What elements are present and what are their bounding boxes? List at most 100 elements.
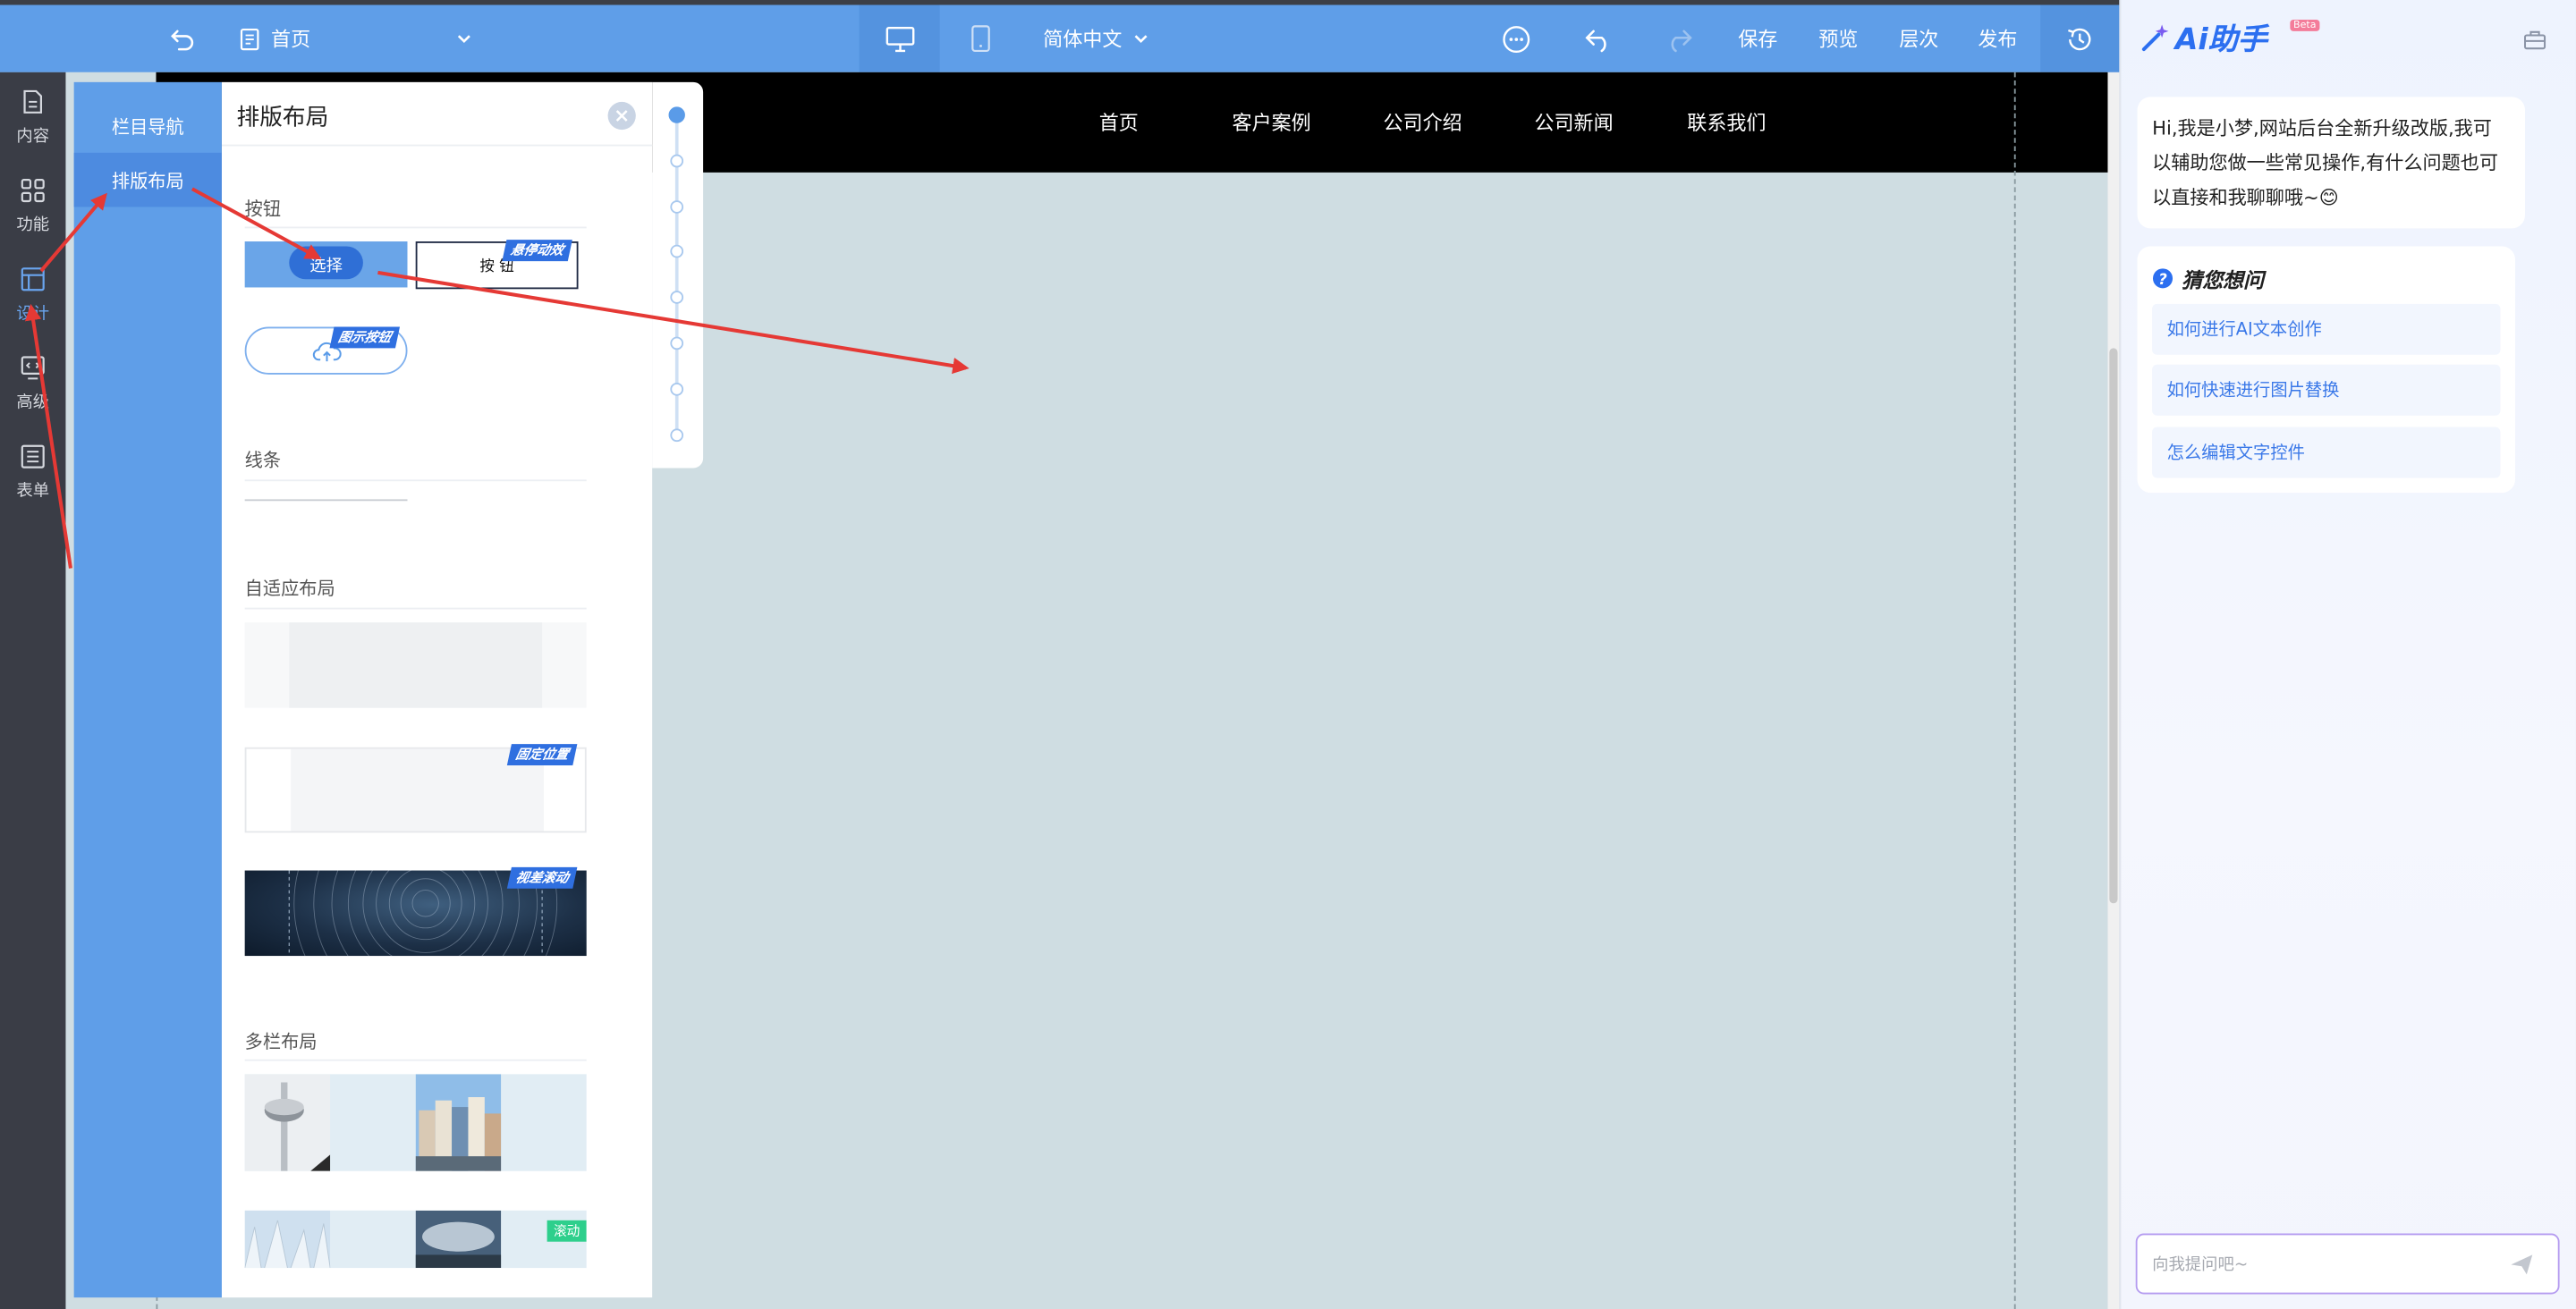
rail-item-features[interactable]: 功能 — [0, 161, 65, 249]
code-icon — [21, 355, 45, 379]
adaptive-layout-full[interactable] — [244, 622, 587, 708]
form-icon — [21, 443, 45, 468]
section-dot[interactable] — [670, 428, 684, 443]
section-divider — [244, 226, 587, 229]
button-style-filled[interactable]: 选择 — [244, 241, 408, 288]
mobile-view-button[interactable] — [940, 5, 1021, 72]
section-dot[interactable] — [670, 154, 684, 168]
panel-divider — [221, 144, 653, 147]
hover-effect-ribbon: 悬停动效 — [502, 240, 572, 262]
left-rail: 内容 功能 设计 高级 表单 — [0, 72, 66, 1309]
suggested-question-item[interactable]: 怎么编辑文字控件 — [2152, 426, 2501, 478]
publish-button[interactable]: 发布 — [1978, 5, 2017, 72]
device-switcher — [859, 4, 1021, 72]
redo-button[interactable] — [1665, 5, 1694, 72]
suggested-questions-label: 猜您想问 — [2182, 267, 2265, 292]
publish-label: 发布 — [1978, 28, 2018, 51]
redo-icon — [1671, 29, 1692, 52]
save-button[interactable]: 保存 — [1738, 5, 1777, 72]
parallax-ribbon: 视差滚动 — [506, 866, 578, 889]
history-button[interactable] — [2040, 4, 2120, 72]
question-icon: ? — [2152, 268, 2174, 289]
top-toolbar: 首页 简体中文 保存 预览 层次 发布 — [0, 0, 2120, 72]
preview-button[interactable]: 预览 — [1818, 5, 1858, 72]
suggested-question-item[interactable]: 如何进行AI文本创作 — [2152, 303, 2501, 355]
section-dot[interactable] — [670, 244, 684, 258]
desktop-view-button[interactable] — [859, 4, 940, 72]
page-selector[interactable]: 首页 — [238, 5, 485, 72]
language-label: 简体中文 — [1043, 28, 1123, 51]
beta-badge: Beta — [2290, 20, 2320, 31]
ai-toolbox-button[interactable] — [2523, 26, 2546, 57]
send-icon — [2511, 1254, 2533, 1275]
section-title-lines: 线条 — [244, 450, 282, 472]
select-button[interactable]: 选择 — [289, 246, 363, 280]
section-divider — [244, 479, 587, 482]
section-dot-active[interactable] — [668, 106, 685, 123]
save-label: 保存 — [1738, 28, 1778, 51]
city-photo — [415, 1074, 502, 1171]
rail-label: 表单 — [16, 482, 50, 501]
fixed-position-ribbon: 固定位置 — [506, 744, 578, 765]
more-icon — [1503, 25, 1530, 53]
grid-icon — [21, 178, 45, 202]
site-nav-contact[interactable]: 联系我们 — [1687, 72, 1766, 173]
rail-label: 功能 — [16, 215, 50, 234]
suggested-questions-card: ? 猜您想问 如何进行AI文本创作 如何快速进行图片替换 怎么编辑文字控件 — [2137, 246, 2515, 494]
send-button[interactable] — [2509, 1252, 2535, 1285]
section-dot[interactable] — [670, 200, 684, 214]
tab-label: 栏目导航 — [111, 115, 184, 138]
section-dot[interactable] — [670, 336, 684, 350]
back-icon — [171, 29, 194, 50]
layers-button[interactable]: 层次 — [1899, 5, 1938, 72]
back-button[interactable] — [169, 5, 195, 72]
icon-button-ribbon: 图示按钮 — [329, 326, 401, 349]
site-nav-news[interactable]: 公司新闻 — [1534, 72, 1613, 173]
mobile-icon — [970, 25, 989, 53]
history-icon — [2068, 27, 2091, 50]
layout-icon — [21, 266, 45, 291]
ai-chat-input-box — [2135, 1233, 2560, 1295]
close-icon — [615, 110, 628, 122]
tower-photo — [244, 1074, 331, 1171]
tab-column-nav[interactable]: 栏目导航 — [74, 98, 222, 153]
rail-item-advanced[interactable]: 高级 — [0, 338, 65, 426]
site-nav-about[interactable]: 公司介绍 — [1384, 72, 1462, 173]
toolbox-icon — [2523, 30, 2546, 50]
more-button[interactable] — [1502, 5, 1531, 72]
design-panel-tabs: 栏目导航 排版布局 — [73, 81, 222, 1298]
site-nav-cases[interactable]: 客户案例 — [1233, 72, 1311, 173]
suggested-questions-title: ? 猜您想问 — [2152, 263, 2264, 294]
site-nav-label: 公司新闻 — [1534, 111, 1614, 135]
adaptive-inner-block — [289, 622, 543, 708]
content-icon — [23, 89, 43, 114]
panel-close-button[interactable] — [607, 101, 636, 131]
layers-label: 层次 — [1899, 28, 1939, 51]
rail-label: 设计 — [16, 304, 50, 323]
ai-chat-input[interactable] — [2152, 1249, 2497, 1279]
panel-title: 排版布局 — [236, 105, 329, 131]
section-dot[interactable] — [670, 382, 684, 396]
chevron-down-icon — [1134, 35, 1148, 44]
multi-column-layout[interactable] — [244, 1074, 587, 1171]
site-nav-label: 联系我们 — [1687, 111, 1767, 135]
rail-item-design[interactable]: 设计 — [0, 249, 65, 338]
tab-layout[interactable]: 排版布局 — [73, 152, 222, 207]
section-title-adaptive: 自适应布局 — [244, 578, 335, 600]
tab-label: 排版布局 — [111, 170, 184, 191]
section-dot[interactable] — [670, 291, 684, 304]
site-nav-label: 首页 — [1098, 111, 1139, 135]
ai-greeting-bubble: Hi,我是小梦,网站后台全新升级改版,我可以辅助您做一些常见操作,有什么问题也可… — [2137, 97, 2526, 229]
language-selector[interactable]: 简体中文 — [1043, 5, 1149, 72]
rail-item-content[interactable]: 内容 — [0, 72, 65, 161]
rail-label: 内容 — [16, 127, 50, 146]
multi-column-layout-scroll[interactable]: 滚动 — [244, 1210, 587, 1269]
canvas-scroll-thumb[interactable] — [2109, 348, 2118, 904]
rail-item-forms[interactable]: 表单 — [0, 427, 65, 516]
suggested-question-item[interactable]: 如何快速进行图片替换 — [2152, 364, 2501, 416]
line-style-sample[interactable] — [244, 499, 408, 502]
site-nav-home[interactable]: 首页 — [1099, 72, 1139, 173]
undo-button[interactable] — [1584, 5, 1614, 72]
section-navigator — [652, 81, 704, 469]
cloud-sky-photo — [415, 1210, 502, 1269]
